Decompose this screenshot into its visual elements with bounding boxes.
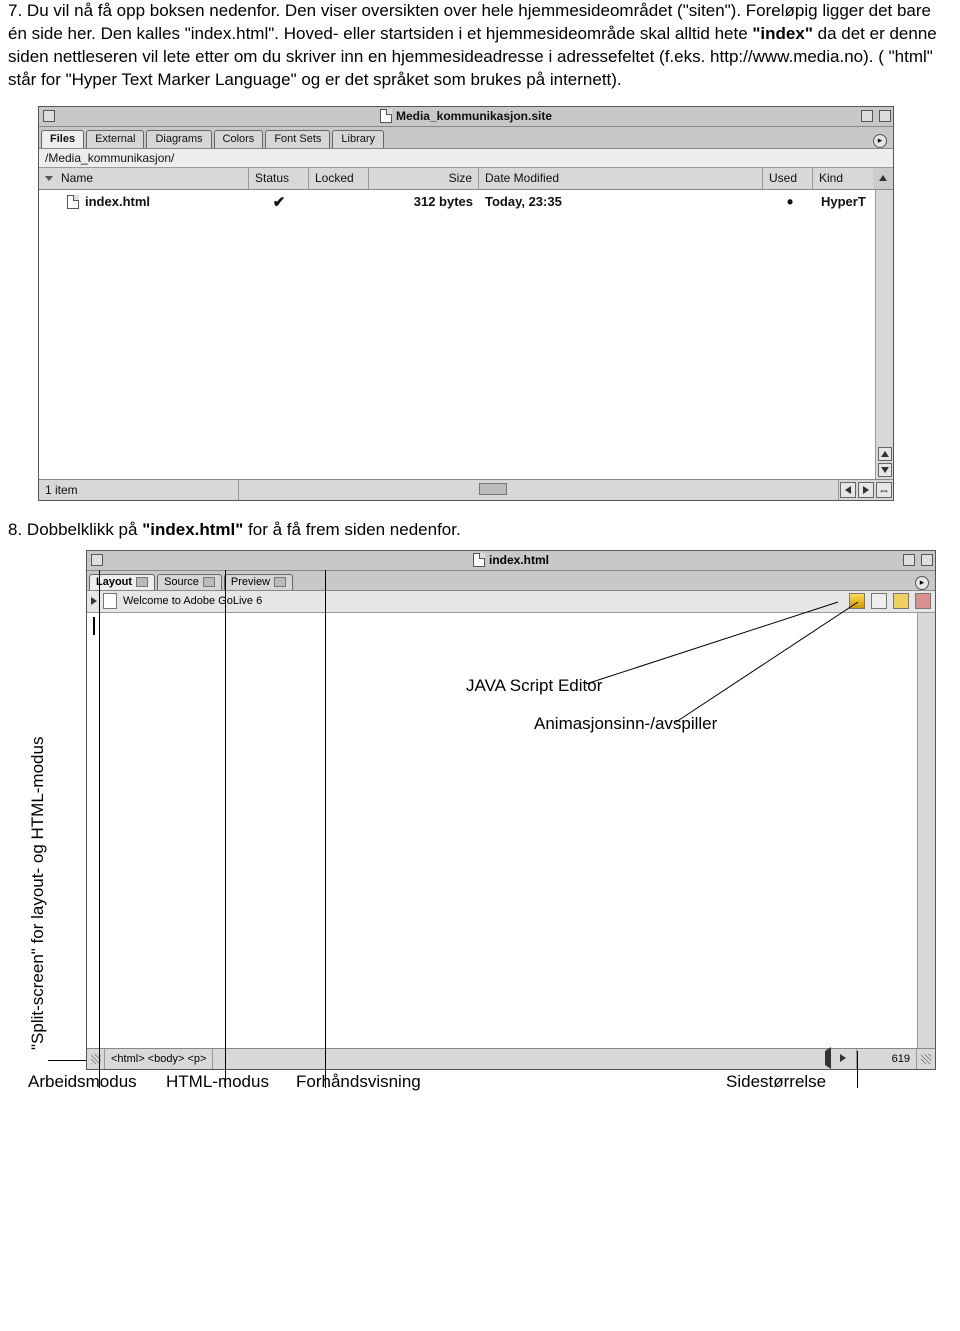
- sort-icon: [45, 176, 53, 181]
- close-icon[interactable]: [43, 110, 55, 122]
- col-size[interactable]: Size: [369, 168, 479, 189]
- sort-direction-icon[interactable]: [879, 175, 887, 181]
- anno-sidestorrelse: Sidestørrelse: [726, 1072, 826, 1092]
- file-date: Today, 23:35: [479, 194, 765, 209]
- col-locked[interactable]: Locked: [309, 168, 369, 189]
- scroll-down-icon[interactable]: [878, 463, 892, 477]
- panel-menu-icon[interactable]: ▸: [915, 576, 929, 590]
- titlebar[interactable]: Media_kommunikasjon.site: [39, 107, 893, 127]
- vertical-scrollbar[interactable]: [875, 190, 893, 479]
- site-window: Media_kommunikasjon.site Files External …: [38, 106, 894, 501]
- anno-html-modus: HTML-modus: [166, 1072, 269, 1092]
- doc-titlebar[interactable]: index.html: [87, 551, 935, 571]
- tab-preview[interactable]: Preview: [224, 574, 293, 590]
- zoom-icon[interactable]: [903, 554, 915, 566]
- page-size[interactable]: 619: [857, 1049, 917, 1069]
- file-status: ✔: [249, 193, 309, 211]
- document-icon: [473, 553, 485, 567]
- file-row[interactable]: index.html ✔ 312 bytes Today, 23:35 • Hy…: [39, 190, 893, 214]
- tab-external[interactable]: External: [86, 130, 144, 148]
- status-bar: 1 item ⇔: [39, 480, 893, 500]
- page-title-field[interactable]: Welcome to Adobe GoLive 6: [123, 595, 262, 607]
- horizontal-scrollbar[interactable]: [212, 1049, 857, 1069]
- step8-text: 8. Dobbelklikk på "index.html" for å få …: [8, 519, 952, 542]
- layout-icon: [136, 577, 148, 587]
- window-title: Media_kommunikasjon.site: [396, 109, 552, 123]
- document-window: index.html Layout Source Preview ▸ Welco…: [86, 550, 936, 1070]
- tab-fontsets[interactable]: Font Sets: [265, 130, 330, 148]
- scroll-right-icon[interactable]: [858, 482, 874, 498]
- doc-title: index.html: [489, 553, 549, 567]
- view-tabs: Layout Source Preview ▸: [87, 571, 935, 591]
- tab-files[interactable]: Files: [41, 130, 84, 148]
- preview-icon: [274, 577, 286, 587]
- anno-forhandsvisning: Forhåndsvisning: [296, 1072, 421, 1092]
- guide-line: [99, 570, 100, 1088]
- step7-num: 7.: [8, 1, 22, 20]
- collapse-icon[interactable]: [921, 554, 933, 566]
- split-grip-icon[interactable]: [87, 1049, 105, 1069]
- collapse-icon[interactable]: [879, 110, 891, 122]
- dhtml-icon[interactable]: [893, 593, 909, 609]
- guide-line: [48, 1060, 86, 1061]
- tab-colors[interactable]: Colors: [214, 130, 264, 148]
- item-count: 1 item: [39, 480, 239, 500]
- tab-library[interactable]: Library: [332, 130, 384, 148]
- bottom-annotations: Arbeidsmodus HTML-modus Forhåndsvisning …: [86, 1072, 936, 1102]
- tab-diagrams[interactable]: Diagrams: [146, 130, 211, 148]
- document-icon: [380, 109, 392, 123]
- col-date[interactable]: Date Modified: [479, 168, 763, 189]
- zoom-icon[interactable]: [861, 110, 873, 122]
- anno-js-editor: JAVA Script Editor: [466, 676, 602, 696]
- col-kind[interactable]: Kind: [813, 168, 873, 189]
- scroll-right-icon[interactable]: [840, 1051, 854, 1065]
- col-status[interactable]: Status: [249, 168, 309, 189]
- text-cursor: [93, 617, 95, 635]
- html-file-icon: [67, 195, 79, 209]
- panel-menu-icon[interactable]: ▸: [873, 134, 887, 148]
- column-headers: Name Status Locked Size Date Modified Us…: [39, 168, 893, 190]
- col-used[interactable]: Used: [763, 168, 813, 189]
- element-path[interactable]: <html> <body> <p>: [105, 1053, 212, 1065]
- anno-animation: Animasjonsinn-/avspiller: [534, 714, 717, 734]
- css-icon[interactable]: [915, 593, 931, 609]
- path-bar: /Media_kommunikasjon/: [39, 149, 893, 168]
- file-size: 312 bytes: [369, 194, 479, 209]
- anno-split-screen: "Split-screen" for layout- og HTML-modus: [28, 736, 48, 1049]
- scroll-up-icon[interactable]: [878, 447, 892, 461]
- doc-status-bar: <html> <body> <p> 619: [87, 1049, 935, 1069]
- guide-line: [325, 570, 326, 1088]
- vertical-scrollbar[interactable]: [917, 613, 935, 1048]
- tabs-row: Files External Diagrams Colors Font Sets…: [39, 127, 893, 149]
- source-icon: [203, 577, 215, 587]
- file-used: •: [765, 197, 815, 207]
- file-name: index.html: [85, 194, 150, 209]
- step8-num: 8.: [8, 520, 22, 539]
- anno-arbeidsmodus: Arbeidsmodus: [28, 1072, 137, 1092]
- tab-source[interactable]: Source: [157, 574, 222, 590]
- toggle-pane-icon[interactable]: ⇔: [876, 482, 892, 498]
- page-icon[interactable]: [103, 593, 117, 609]
- step7-text: 7. Du vil nå få opp boksen nedenfor. Den…: [8, 0, 952, 92]
- file-list: index.html ✔ 312 bytes Today, 23:35 • Hy…: [39, 190, 893, 480]
- close-icon[interactable]: [91, 554, 103, 566]
- js-editor-icon[interactable]: [849, 593, 865, 609]
- scroll-left-icon[interactable]: [840, 482, 856, 498]
- horizontal-scrollbar[interactable]: [239, 480, 839, 500]
- file-kind: HyperT: [815, 194, 875, 209]
- col-name[interactable]: Name: [39, 168, 249, 189]
- scroll-left-icon[interactable]: [825, 1051, 839, 1065]
- page-header-bar: Welcome to Adobe GoLive 6: [87, 591, 935, 613]
- resize-grip-icon[interactable]: [917, 1049, 935, 1069]
- timeline-icon[interactable]: [871, 593, 887, 609]
- guide-line: [225, 570, 226, 1088]
- expand-arrow-icon[interactable]: [91, 597, 97, 605]
